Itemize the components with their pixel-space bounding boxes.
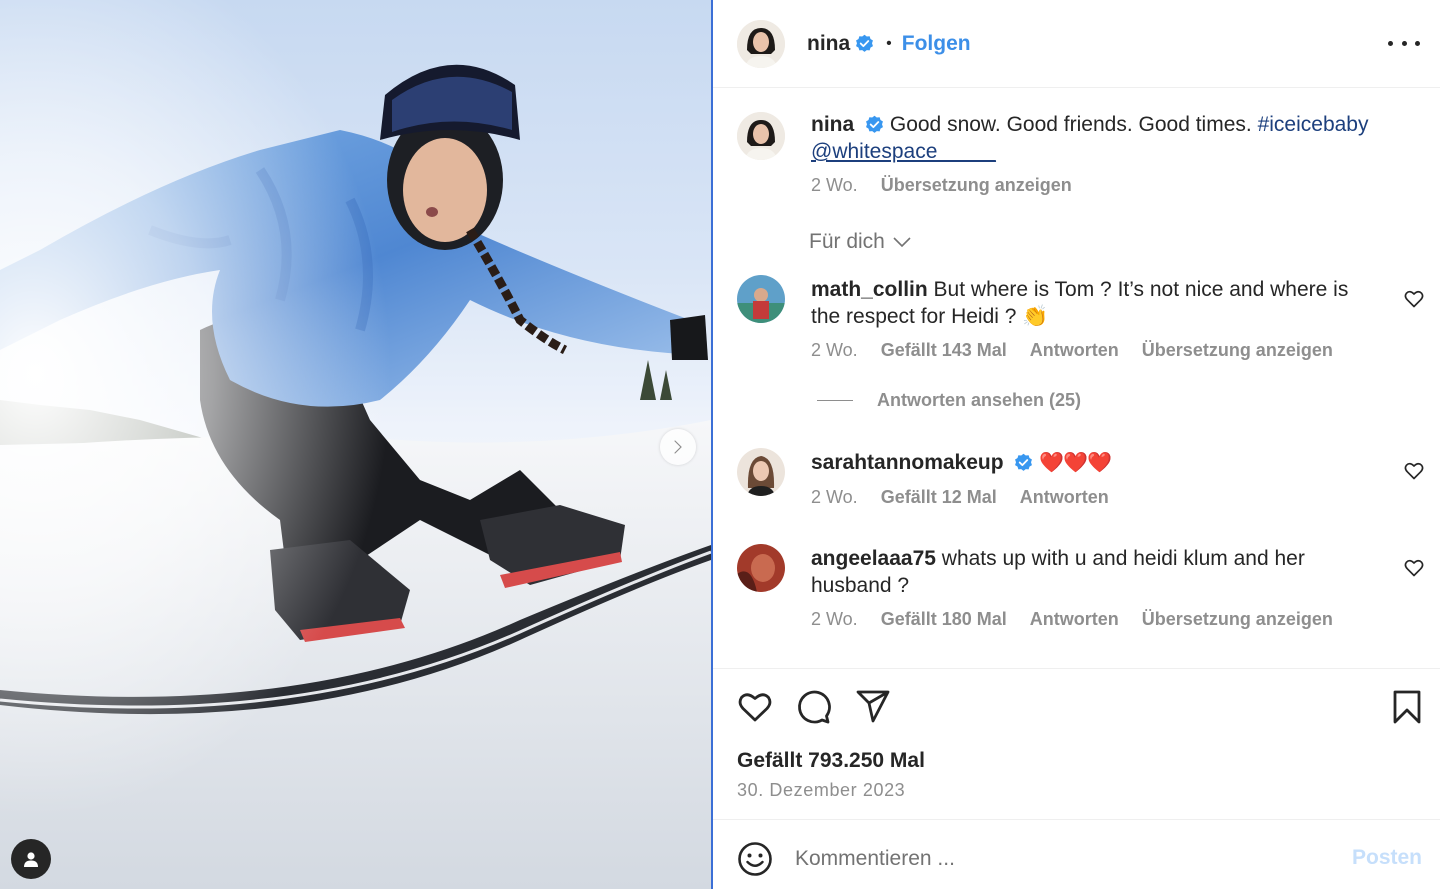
verified-badge-icon <box>1015 453 1033 471</box>
comment-translate-button[interactable]: Übersetzung anzeigen <box>1142 340 1333 360</box>
comment-likes[interactable]: Gefällt 12 Mal <box>881 487 997 507</box>
like-comment-heart-icon[interactable] <box>1404 461 1424 481</box>
comment-input[interactable] <box>795 842 1315 876</box>
comment-meta: 2 Wo. Gefällt 143 Mal Antworten Übersetz… <box>811 340 1351 361</box>
mention-link[interactable]: @whitespace_____ <box>811 138 996 165</box>
comment-meta: 2 Wo. Gefällt 180 Mal Antworten Übersetz… <box>811 609 1351 630</box>
emoji-smiley-icon[interactable] <box>737 841 773 877</box>
bookmark-icon[interactable] <box>1389 689 1425 725</box>
post-likes-count[interactable]: Gefällt 793.250 Mal <box>737 749 925 773</box>
commenter-avatar[interactable] <box>737 275 785 323</box>
comments-list: nina Good snow. Good friends. Good times… <box>713 88 1440 668</box>
view-replies-button[interactable]: Antworten ansehen (25) <box>817 390 1081 411</box>
comment-likes[interactable]: Gefällt 180 Mal <box>881 609 1007 629</box>
post-date: 30. Dezember 2023 <box>737 780 906 800</box>
like-comment-heart-icon[interactable] <box>1404 289 1424 309</box>
share-paper-plane-icon[interactable] <box>855 689 891 725</box>
comment-meta: 2 Wo. Gefällt 12 Mal Antworten <box>811 487 1127 508</box>
chevron-right-icon <box>673 440 683 454</box>
snowboard-photo <box>0 0 711 889</box>
comment-age: 2 Wo. <box>811 487 858 507</box>
verified-badge-icon <box>866 115 883 133</box>
post-photo[interactable] <box>0 0 711 889</box>
commenter-avatar[interactable] <box>737 544 785 592</box>
comment-translate-button[interactable]: Übersetzung anzeigen <box>1142 609 1333 629</box>
comment-text: ❤️❤️❤️ <box>1039 452 1112 474</box>
separator-dot: • <box>886 34 892 52</box>
caption-avatar[interactable] <box>737 112 785 160</box>
next-image-button[interactable] <box>660 429 696 465</box>
commenter-username[interactable]: angeelaaa75 <box>811 547 936 570</box>
author-username[interactable]: nina <box>807 32 850 56</box>
like-heart-icon[interactable] <box>737 689 773 725</box>
caption-age: 2 Wo. <box>811 175 858 195</box>
post-details-panel: nina • Folgen nina Good snow. Good frien… <box>711 0 1440 889</box>
reply-button[interactable]: Antworten <box>1030 609 1119 629</box>
more-options-icon[interactable] <box>1388 30 1420 56</box>
caption-username[interactable]: nina <box>811 113 854 136</box>
caption-meta: 2 Wo. Übersetzung anzeigen <box>811 175 1090 196</box>
follow-button[interactable]: Folgen <box>902 32 971 56</box>
reply-button[interactable]: Antworten <box>1020 487 1109 507</box>
commenter-username[interactable]: math_collin <box>811 278 928 301</box>
author-avatar[interactable] <box>737 19 785 68</box>
post-comment-button[interactable]: Posten <box>1352 846 1422 870</box>
post-actions: Gefällt 793.250 Mal 30. Dezember 2023 <box>713 668 1440 820</box>
chevron-down-icon <box>893 237 911 247</box>
comment-age: 2 Wo. <box>811 609 858 629</box>
comment-sort-dropdown[interactable]: Für dich <box>809 230 911 254</box>
comment-age: 2 Wo. <box>811 340 858 360</box>
view-replies-label: Antworten ansehen (25) <box>877 390 1082 410</box>
caption-translate-button[interactable]: Übersetzung anzeigen <box>881 175 1072 195</box>
like-comment-heart-icon[interactable] <box>1404 558 1424 578</box>
user-tag-icon <box>24 852 38 867</box>
reply-button[interactable]: Antworten <box>1030 340 1119 360</box>
comment-likes[interactable]: Gefällt 143 Mal <box>881 340 1007 360</box>
post-header: nina • Folgen <box>713 0 1440 88</box>
comment-bubble-icon[interactable] <box>796 689 832 725</box>
comment-composer: Posten <box>713 820 1440 889</box>
replies-divider <box>817 400 853 401</box>
verified-badge-icon <box>856 34 874 52</box>
commenter-username[interactable]: sarahtannomakeup <box>811 451 1004 474</box>
caption-text: Good snow. Good friends. Good times. <box>889 113 1252 136</box>
commenter-avatar[interactable] <box>737 448 785 496</box>
tagged-users-button[interactable] <box>11 839 51 879</box>
hashtag-link[interactable]: #iceicebaby <box>1258 113 1369 136</box>
comment-sort-label: Für dich <box>809 230 885 253</box>
